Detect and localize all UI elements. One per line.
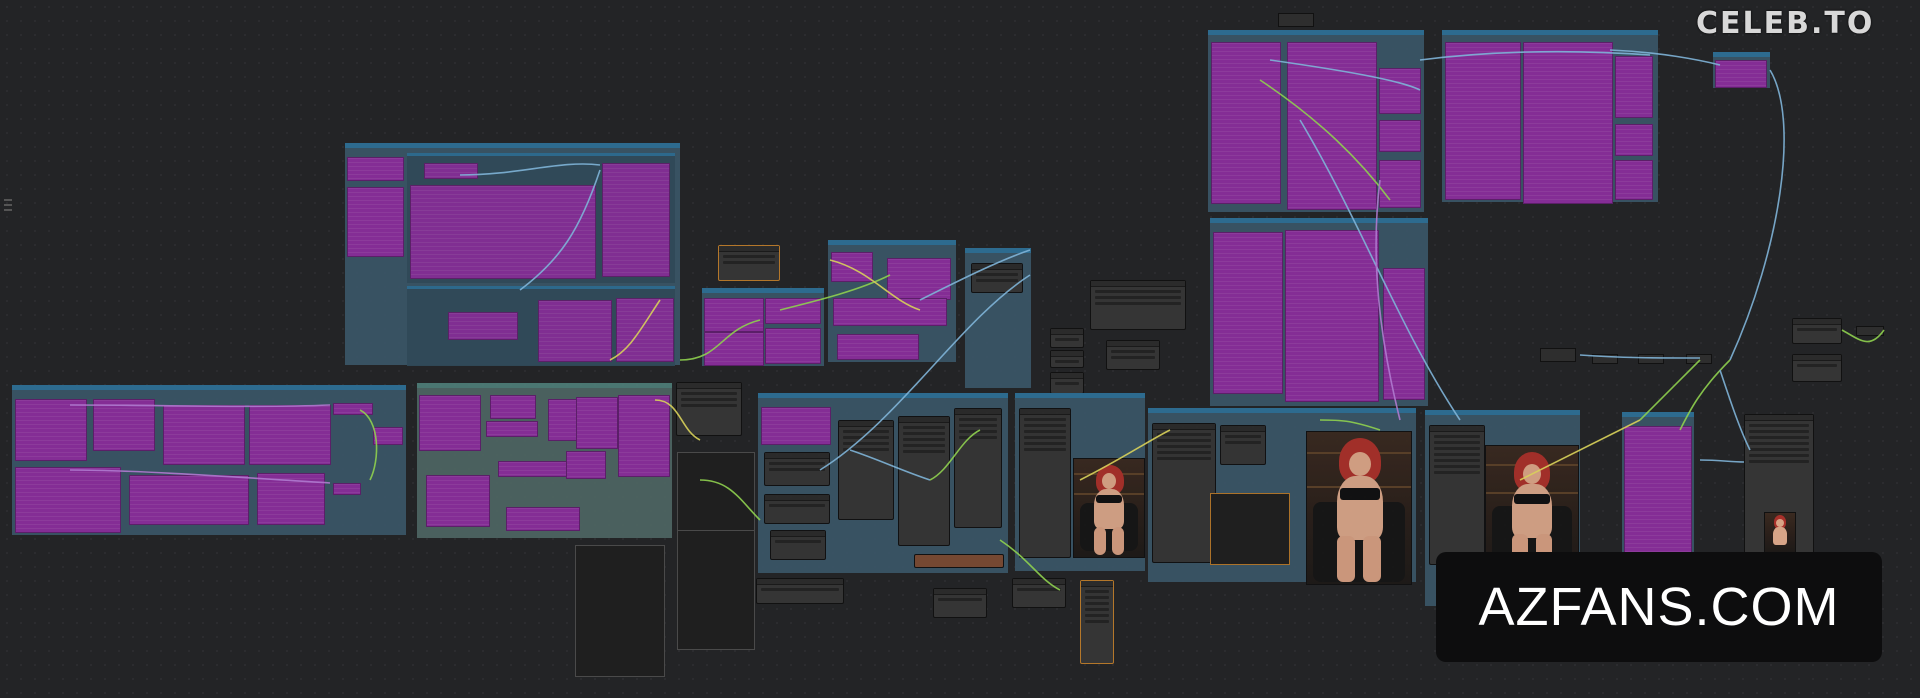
watermark-banner-text: AZFANS.COM [1478,577,1840,637]
watermark-top-right: CELEB.TO [1696,6,1875,41]
watermark-banner: AZFANS.COM [1436,552,1882,662]
graph-canvas[interactable]: CELEB.TO AZFANS.COM [0,0,1920,698]
